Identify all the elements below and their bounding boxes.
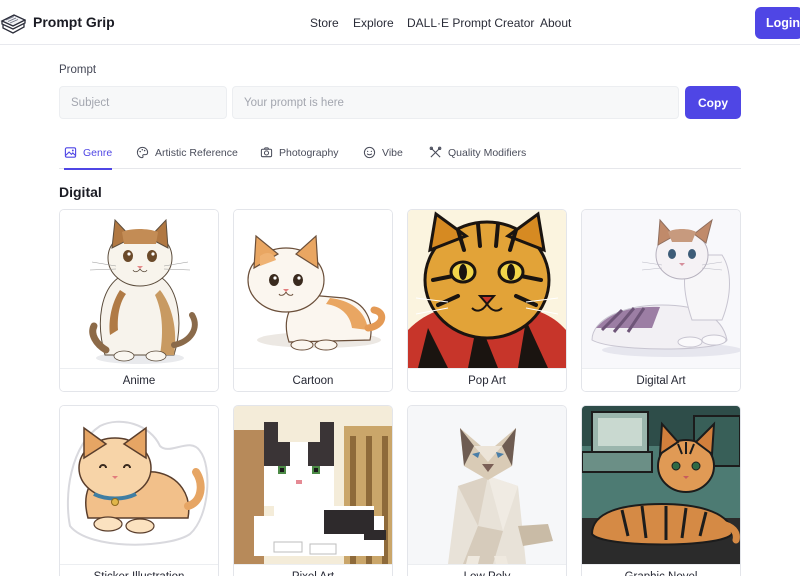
tab-vibe[interactable]: Vibe [363, 136, 403, 169]
tab-label: Artistic Reference [155, 146, 238, 159]
cartoon-cat-image [234, 210, 392, 368]
prompt-input[interactable]: Your prompt is here [232, 86, 679, 119]
nav-about[interactable]: About [540, 16, 571, 30]
card-label: Digital Art [582, 368, 740, 391]
copy-button[interactable]: Copy [685, 86, 741, 119]
card-label: Sticker Illustration [60, 564, 218, 576]
low-poly-cat-image [408, 406, 566, 564]
nav-explore[interactable]: Explore [353, 16, 394, 30]
tab-label: Photography [279, 146, 339, 159]
style-card-pop-art[interactable]: Pop Art [407, 209, 567, 392]
book-stack-logo-icon[interactable] [0, 9, 26, 35]
card-label: Low Poly [408, 564, 566, 576]
pop-art-cat-image [408, 210, 566, 368]
smile-icon [363, 146, 376, 159]
style-card-graphic-novel[interactable]: Graphic Novel [581, 405, 741, 576]
top-navbar: Prompt Grip Store Explore DALL·E Prompt … [0, 0, 800, 45]
style-card-sticker-illustration[interactable]: Sticker Illustration [59, 405, 219, 576]
prompt-label: Prompt [59, 64, 97, 76]
image-icon [64, 147, 77, 158]
nav-prompt-creator[interactable]: DALL·E Prompt Creator [407, 16, 534, 30]
tab-label: Genre [83, 146, 113, 159]
graphic-novel-cat-image [582, 406, 740, 564]
style-card-low-poly[interactable]: Low Poly [407, 405, 567, 576]
tab-quality-modifiers[interactable]: Quality Modifiers [429, 136, 526, 169]
subject-input[interactable]: Subject [59, 86, 227, 119]
sticker-cat-image [60, 406, 218, 564]
tab-genre[interactable]: Genre [64, 136, 113, 170]
palette-icon [136, 146, 149, 159]
style-card-cartoon[interactable]: Cartoon [233, 209, 393, 392]
style-card-digital-art[interactable]: Digital Art [581, 209, 741, 392]
nav-store[interactable]: Store [310, 16, 339, 30]
card-label: Pop Art [408, 368, 566, 391]
style-card-anime[interactable]: Anime [59, 209, 219, 392]
camera-icon [260, 147, 273, 158]
section-title-digital: Digital [59, 184, 102, 200]
tools-icon [429, 146, 442, 158]
category-tabs: Genre Artistic Reference Photography Vib… [59, 136, 741, 170]
tab-artistic-reference[interactable]: Artistic Reference [136, 136, 238, 169]
brand-name[interactable]: Prompt Grip [33, 14, 115, 30]
card-label: Cartoon [234, 368, 392, 391]
digital-art-cat-image [582, 210, 740, 368]
card-label: Graphic Novel [582, 564, 740, 576]
card-label: Anime [60, 368, 218, 391]
login-button[interactable]: Login [755, 7, 800, 39]
tab-photography[interactable]: Photography [260, 136, 339, 169]
anime-cat-image [60, 210, 218, 368]
pixel-art-cat-image [234, 406, 392, 564]
tab-label: Vibe [382, 146, 403, 159]
tab-label: Quality Modifiers [448, 146, 527, 159]
style-card-pixel-art[interactable]: Pixel Art [233, 405, 393, 576]
card-label: Pixel Art [234, 564, 392, 576]
